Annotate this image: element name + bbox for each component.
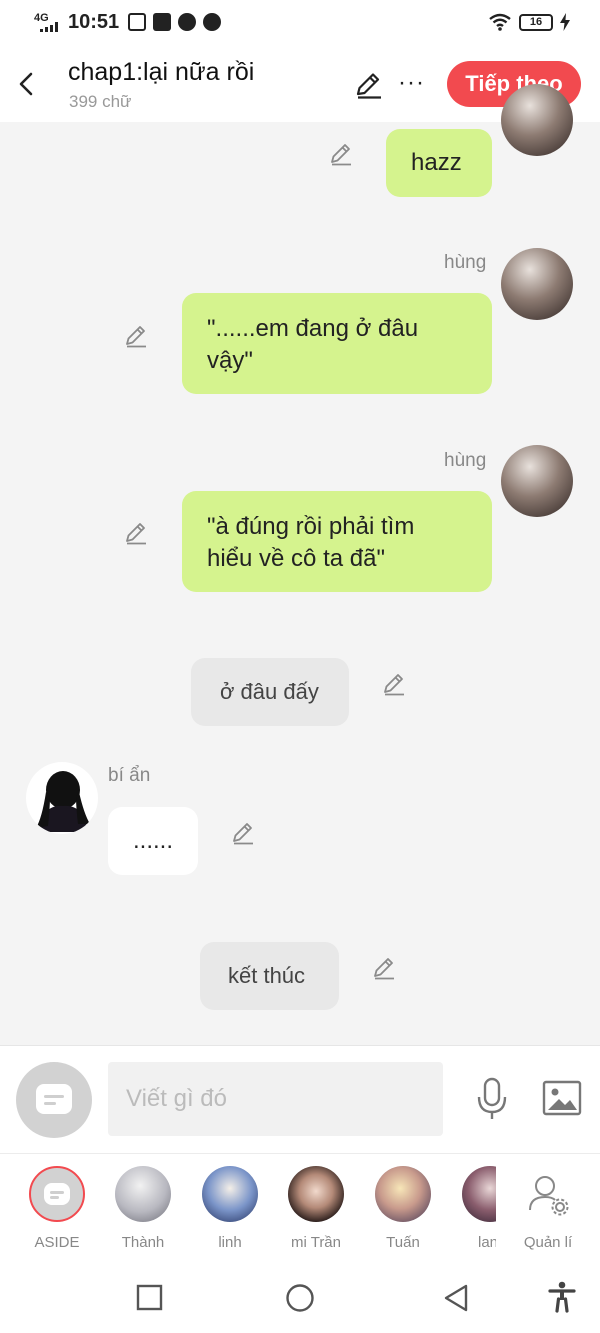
composer-bar — [0, 1045, 600, 1153]
home-icon[interactable] — [285, 1283, 315, 1313]
manage-characters-button[interactable]: Quản lí — [505, 1166, 591, 1251]
message-text-line: vậy" — [207, 347, 253, 374]
message-bubble[interactable]: ...... — [108, 807, 198, 875]
character-label: Quản lí — [523, 1234, 573, 1251]
silhouette-icon — [36, 771, 90, 832]
character-linh[interactable]: linh — [187, 1166, 273, 1251]
avatar-bi-an[interactable] — [26, 762, 98, 834]
message-text: ở đâu đấy — [220, 679, 319, 704]
character-thanh[interactable]: Thành — [100, 1166, 186, 1251]
system-nav-bar — [0, 1263, 600, 1333]
word-count: 399 chữ — [69, 92, 132, 111]
back-arrow-icon[interactable] — [14, 66, 40, 102]
aside-bubble[interactable]: ở đâu đấy — [191, 658, 349, 726]
image-upload-icon[interactable] — [542, 1080, 582, 1116]
microphone-icon[interactable] — [475, 1076, 509, 1122]
manage-user-icon — [529, 1176, 569, 1216]
message-text: hazz — [411, 149, 462, 176]
character-label: mi Trần — [290, 1234, 341, 1251]
character-label: Tuấn — [386, 1234, 420, 1251]
character-lan[interactable]: lan — [446, 1166, 496, 1251]
speaker-name: hùng — [444, 450, 487, 471]
character-avatar — [115, 1166, 171, 1222]
character-avatar — [375, 1166, 431, 1222]
edit-message-icon[interactable] — [123, 323, 149, 349]
notification-icons — [128, 13, 221, 31]
edit-message-icon[interactable] — [328, 141, 354, 167]
character-bar: ASIDE Thành linh mi Trần Tuấn lan Quản l… — [0, 1153, 600, 1263]
signal-icon — [40, 22, 60, 32]
edit-message-icon[interactable] — [230, 820, 256, 846]
message-text: kết thúc — [228, 963, 306, 988]
message-bubble[interactable]: "......em đang ở đâu vậy" — [182, 293, 492, 394]
message-bubble[interactable]: hazz — [386, 129, 492, 197]
message-text: ...... — [133, 827, 174, 854]
message-text-line: "......em đang ở đâu — [207, 315, 419, 342]
recent-apps-icon[interactable] — [136, 1284, 164, 1312]
avatar-hung[interactable] — [501, 84, 573, 156]
message-input[interactable] — [108, 1062, 443, 1136]
edit-title-icon[interactable] — [354, 70, 384, 100]
status-bar: 4G 10:51 16 — [0, 0, 600, 46]
more-options-icon[interactable]: ··· — [398, 69, 425, 97]
accessibility-icon[interactable] — [548, 1281, 576, 1313]
charging-icon — [560, 13, 570, 31]
edit-message-icon[interactable] — [381, 671, 407, 697]
back-nav-icon[interactable] — [442, 1283, 470, 1313]
aside-toggle-button[interactable] — [16, 1062, 92, 1138]
message-text-line: "à đúng rồi phải tìm — [207, 513, 415, 540]
wifi-icon — [489, 13, 511, 31]
character-aside[interactable]: ASIDE — [14, 1166, 100, 1251]
character-label: ASIDE — [34, 1234, 80, 1251]
speaker-name: hùng — [444, 252, 487, 273]
compass-icon — [178, 13, 196, 31]
news-app-icon — [153, 13, 171, 31]
avatar-hung[interactable] — [501, 248, 573, 320]
battery-indicator: 16 — [519, 13, 553, 31]
edit-message-icon[interactable] — [371, 955, 397, 981]
character-avatar — [462, 1166, 496, 1222]
character-avatar — [288, 1166, 344, 1222]
message-bubble[interactable]: "à đúng rồi phải tìm hiểu về cô ta đã" — [182, 491, 492, 592]
avatar-hung[interactable] — [501, 445, 573, 517]
character-label: Thành — [121, 1234, 165, 1251]
character-label: linh — [218, 1234, 242, 1251]
aside-avatar — [29, 1166, 85, 1222]
message-text-line: hiểu về cô ta đã" — [207, 545, 385, 572]
clock: 10:51 — [68, 11, 120, 33]
character-mi-tran[interactable]: mi Trần — [273, 1166, 359, 1251]
chat-bubble-icon — [44, 1183, 70, 1205]
browser-icon — [203, 13, 221, 31]
aside-bubble[interactable]: kết thúc — [200, 942, 339, 1010]
character-label: lan — [478, 1234, 496, 1251]
chat-bubble-icon — [36, 1084, 72, 1114]
speaker-name: bí ẩn — [108, 765, 151, 786]
screenshot-icon — [128, 13, 146, 31]
character-tuan[interactable]: Tuấn — [360, 1166, 446, 1251]
character-avatar — [202, 1166, 258, 1222]
edit-message-icon[interactable] — [123, 520, 149, 546]
chapter-title[interactable]: chap1:lại nữa rồi — [68, 58, 254, 87]
